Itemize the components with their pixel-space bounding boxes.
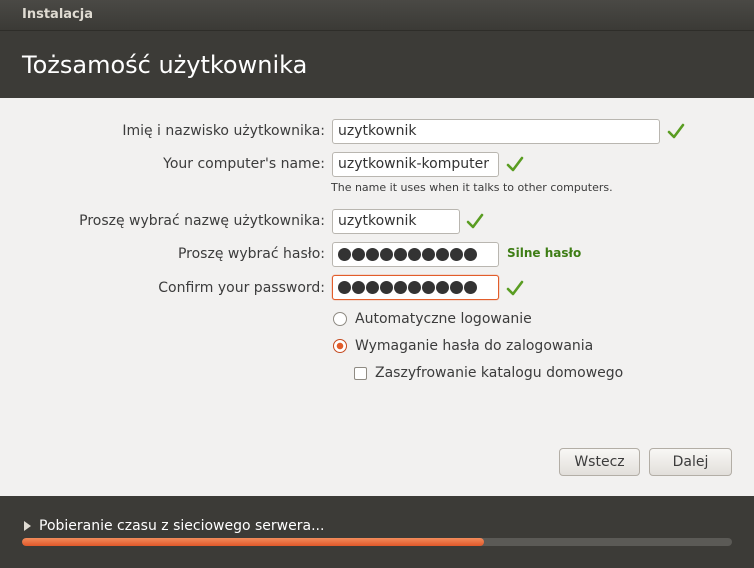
username-check-icon	[466, 212, 484, 230]
full-name-input[interactable]: uzytkownik	[332, 119, 660, 144]
window-title: Instalacja	[0, 0, 754, 30]
confirm-password-input[interactable]	[332, 275, 499, 300]
mask-dot	[464, 248, 477, 261]
mask-dot	[352, 248, 365, 261]
radio-require-password[interactable]: Wymaganie hasła do zalogowania	[333, 336, 593, 356]
page-header: Tożsamość użytkownika	[0, 30, 754, 98]
mask-dot	[408, 248, 421, 261]
mask-dot	[352, 281, 365, 294]
mask-dot	[464, 281, 477, 294]
mask-dot	[422, 281, 435, 294]
computer-name-hint: The name it uses when it talks to other …	[331, 181, 613, 194]
password-mask	[338, 243, 498, 261]
radio-auto-login[interactable]: Automatyczne logowanie	[333, 309, 532, 329]
computer-name-input[interactable]: uzytkownik-komputer	[332, 152, 499, 177]
mask-dot	[450, 281, 463, 294]
encrypt-home-checkbox-row[interactable]: Zaszyfrowanie katalogu domowego	[354, 363, 623, 383]
full-name-check-icon	[667, 122, 685, 140]
computer-name-check-icon	[506, 155, 524, 173]
expand-arrow-icon[interactable]	[24, 521, 31, 531]
mask-dot	[436, 281, 449, 294]
back-button[interactable]: Wstecz	[559, 448, 640, 476]
password-strength: Silne hasło	[507, 246, 582, 260]
password-label: Proszę wybrać hasło:	[177, 246, 325, 262]
mask-dot	[450, 248, 463, 261]
radio-require-password-label: Wymaganie hasła do zalogowania	[355, 338, 594, 354]
confirm-password-label: Confirm your password:	[158, 280, 325, 296]
status-row[interactable]: Pobieranie czasu z sieciowego serwera...	[24, 518, 324, 534]
mask-dot	[422, 248, 435, 261]
computer-name-label: Your computer's name:	[163, 156, 325, 172]
progress-bar-fill	[22, 538, 484, 546]
username-input[interactable]: uzytkownik	[332, 209, 460, 234]
progress-bar	[22, 538, 732, 546]
username-label: Proszę wybrać nazwę użytkownika:	[79, 213, 325, 229]
confirm-password-check-icon	[506, 279, 524, 297]
next-button[interactable]: Dalej	[649, 448, 732, 476]
status-footer: Pobieranie czasu z sieciowego serwera...	[0, 496, 754, 568]
mask-dot	[436, 248, 449, 261]
encrypt-home-checkbox[interactable]	[354, 366, 367, 380]
user-identity-form: Imię i nazwisko użytkownika: uzytkownik …	[0, 98, 754, 496]
encrypt-home-label: Zaszyfrowanie katalogu domowego	[375, 365, 624, 381]
mask-dot	[394, 281, 407, 294]
mask-dot	[408, 281, 421, 294]
confirm-password-mask	[338, 276, 498, 294]
radio-auto-login-label: Automatyczne logowanie	[355, 311, 532, 327]
installer-window: Instalacja Tożsamość użytkownika Imię i …	[0, 0, 754, 568]
mask-dot	[380, 281, 393, 294]
mask-dot	[366, 248, 379, 261]
radio-auto-login-indicator[interactable]	[333, 312, 347, 326]
mask-dot	[380, 248, 393, 261]
mask-dot	[338, 248, 351, 261]
page-title: Tożsamość użytkownika	[22, 51, 308, 79]
full-name-label: Imię i nazwisko użytkownika:	[122, 123, 325, 139]
mask-dot	[338, 281, 351, 294]
mask-dot	[366, 281, 379, 294]
mask-dot	[394, 248, 407, 261]
status-text: Pobieranie czasu z sieciowego serwera...	[39, 518, 325, 534]
password-input[interactable]	[332, 242, 499, 267]
radio-require-password-indicator[interactable]	[333, 339, 347, 353]
